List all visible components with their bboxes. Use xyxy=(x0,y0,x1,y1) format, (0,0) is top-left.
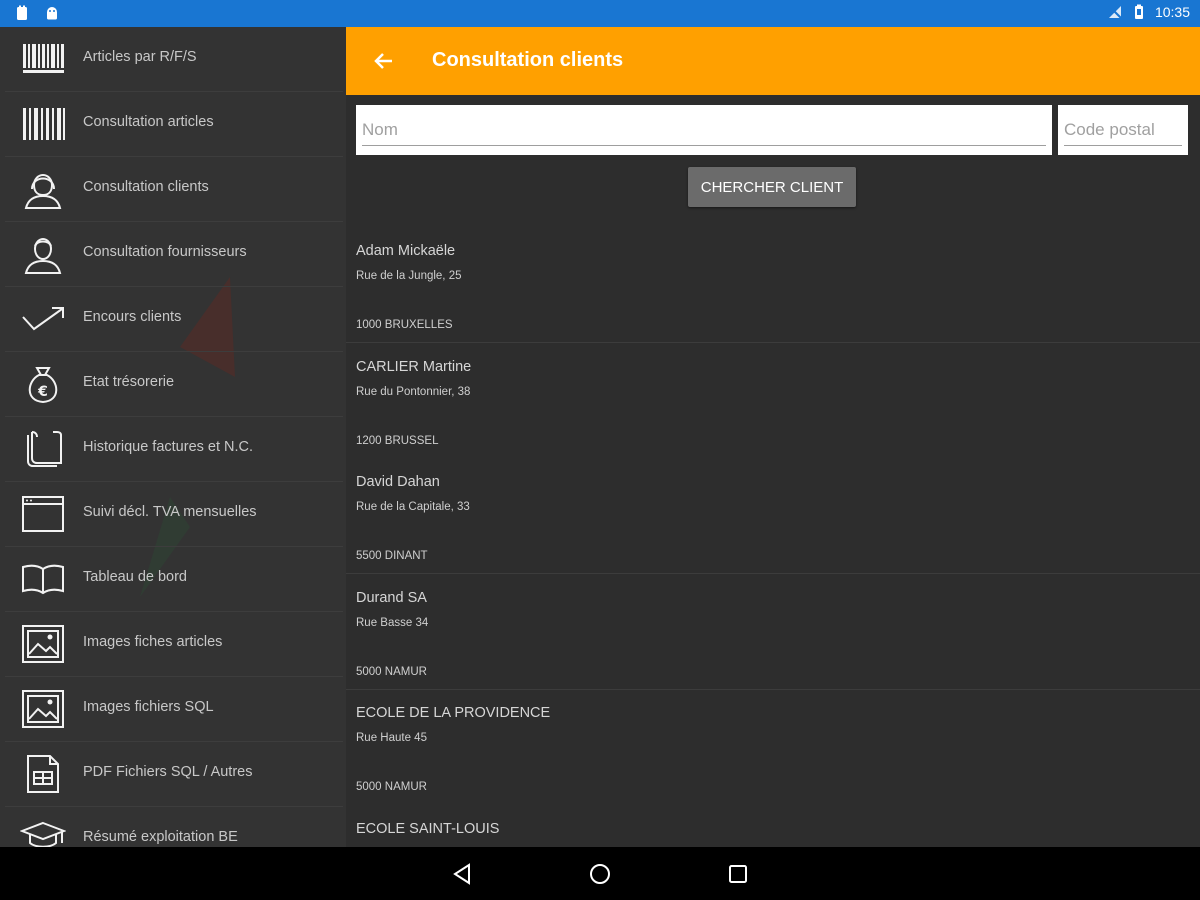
navigation-drawer: Articles par R/F/S Consultation articles… xyxy=(0,27,346,847)
drawer-item-images-fichiers-sql[interactable]: Images fichiers SQL xyxy=(5,677,343,742)
barcode-icon xyxy=(23,108,65,140)
window-icon xyxy=(22,496,64,532)
client-item[interactable]: ECOLE SAINT-LOUIS xyxy=(346,805,1200,847)
drawer-item-pdf-fichiers[interactable]: PDF Fichiers SQL / Autres xyxy=(5,742,343,807)
drawer-item-articles-rfs[interactable]: Articles par R/F/S xyxy=(5,27,343,92)
drawer-item-label: Images fichiers SQL xyxy=(83,699,214,715)
drawer-item-label: Tableau de bord xyxy=(83,569,187,585)
client-name: Durand SA xyxy=(356,590,427,606)
drawer-item-label: Articles par R/F/S xyxy=(83,49,197,65)
client-item[interactable]: Durand SA Rue Basse 34 5000 NAMUR xyxy=(346,574,1200,690)
drawer-item-label: Images fiches articles xyxy=(83,634,223,650)
drawer-item-label: Résumé exploitation BE xyxy=(83,829,238,845)
system-navigation-bar xyxy=(0,847,1200,900)
drawer-item-label: PDF Fichiers SQL / Autres xyxy=(83,764,253,780)
client-item[interactable]: CARLIER Martine Rue du Pontonnier, 38 12… xyxy=(346,343,1200,459)
female-user-icon xyxy=(24,174,62,209)
drawer-item-resume-exploitation[interactable]: Résumé exploitation BE xyxy=(5,807,343,847)
image-file-icon xyxy=(22,690,64,728)
client-city: 1000 BRUXELLES xyxy=(356,319,453,331)
battery-icon xyxy=(1134,4,1143,19)
drawer-item-label: Consultation clients xyxy=(83,179,209,195)
client-name: CARLIER Martine xyxy=(356,359,472,375)
drawer-item-label: Consultation articles xyxy=(83,114,214,130)
svg-text:€: € xyxy=(37,384,48,400)
notification-icon xyxy=(17,5,27,20)
name-input[interactable] xyxy=(362,117,1046,143)
drawer-item-tableau-de-bord[interactable]: Tableau de bord xyxy=(5,547,343,612)
drawer-item-label: Etat trésorerie xyxy=(83,374,175,390)
postal-code-underline xyxy=(1064,145,1182,146)
client-city: 1200 BRUSSEL xyxy=(356,435,439,447)
client-street: Rue Haute 45 xyxy=(356,732,427,744)
image-frame-icon xyxy=(22,625,64,663)
drawer-item-suivi-tva[interactable]: Suivi décl. TVA mensuelles xyxy=(5,482,343,547)
client-street: Rue de la Jungle, 25 xyxy=(356,270,462,282)
drawer-item-encours-clients[interactable]: Encours clients xyxy=(5,287,343,352)
drawer-item-label: Suivi décl. TVA mensuelles xyxy=(83,504,257,520)
drawer-item-images-fiches-articles[interactable]: Images fiches articles xyxy=(5,612,343,677)
client-name: Adam Mickaële xyxy=(356,243,456,259)
clock: 10:35 xyxy=(1154,4,1190,20)
no-sim-icon xyxy=(1108,5,1122,19)
name-underline xyxy=(362,145,1046,146)
status-bar: 10:35 xyxy=(0,0,1200,27)
drawer-item-consultation-fournisseurs[interactable]: Consultation fournisseurs xyxy=(5,222,343,287)
recents-square-icon[interactable] xyxy=(724,860,752,888)
client-city: 5500 DINANT xyxy=(356,550,428,562)
trend-arrow-icon xyxy=(22,307,64,331)
drawer-item-etat-tresorerie[interactable]: € Etat trésorerie xyxy=(5,352,343,417)
client-item[interactable]: David Dahan Rue de la Capitale, 33 5500 … xyxy=(346,458,1200,574)
drawer-item-label: Encours clients xyxy=(83,309,182,325)
drawer-item-label: Historique factures et N.C. xyxy=(83,439,254,455)
money-bag-icon: € xyxy=(28,367,58,404)
pdf-document-icon xyxy=(27,755,59,793)
app-bar: Consultation clients xyxy=(346,27,1200,95)
client-city: 5000 NAMUR xyxy=(356,781,427,793)
drawer-item-label: Consultation fournisseurs xyxy=(83,244,247,260)
main-panel: Consultation clients CHERCHER CLIENT Ada… xyxy=(346,27,1200,847)
stacked-pages-icon xyxy=(27,431,62,467)
barcode-small-icon xyxy=(23,44,64,73)
back-arrow-icon[interactable] xyxy=(370,47,398,75)
postal-code-input[interactable] xyxy=(1064,117,1182,143)
drawer-item-consultation-clients[interactable]: Consultation clients xyxy=(5,157,343,222)
client-name: ECOLE DE LA PROVIDENCE xyxy=(356,705,551,721)
open-book-icon xyxy=(22,564,64,595)
client-name: ECOLE SAINT-LOUIS xyxy=(356,821,500,837)
back-triangle-icon[interactable] xyxy=(449,860,477,888)
client-street: Rue de la Capitale, 33 xyxy=(356,501,470,513)
android-icon xyxy=(47,7,57,20)
drawer-item-consultation-articles[interactable]: Consultation articles xyxy=(5,92,343,157)
home-circle-icon[interactable] xyxy=(586,860,614,888)
search-client-button[interactable]: CHERCHER CLIENT xyxy=(688,167,856,207)
male-user-icon xyxy=(24,238,62,274)
client-street: Rue du Pontonnier, 38 xyxy=(356,386,471,398)
client-item[interactable]: ECOLE DE LA PROVIDENCE Rue Haute 45 5000… xyxy=(346,689,1200,805)
page-title: Consultation clients xyxy=(432,49,624,71)
client-item[interactable]: Adam Mickaële Rue de la Jungle, 25 1000 … xyxy=(346,227,1200,343)
name-field[interactable] xyxy=(356,105,1052,155)
postal-code-field[interactable] xyxy=(1058,105,1188,155)
client-street: Rue Basse 34 xyxy=(356,617,429,629)
drawer-item-historique-factures[interactable]: Historique factures et N.C. xyxy=(5,417,343,482)
client-city: 5000 NAMUR xyxy=(356,666,427,678)
graduation-cap-icon xyxy=(20,821,66,847)
client-name: David Dahan xyxy=(356,474,440,490)
